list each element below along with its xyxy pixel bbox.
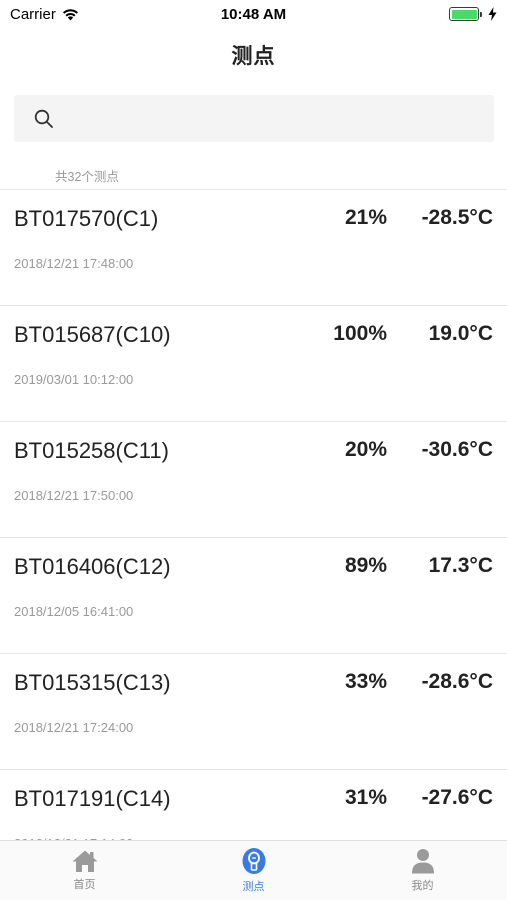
temperature-value: -27.6°C <box>421 786 493 809</box>
sensor-id: BT015687(C10) <box>14 322 171 347</box>
battery-percent: 21% <box>344 206 387 229</box>
timestamp: 2018/12/21 17:24:00 <box>14 720 134 735</box>
charging-bolt-icon <box>488 7 497 21</box>
sensor-list[interactable]: BT017570(C1) 21% -28.5°C 2018/12/21 17:48:0… <box>0 189 507 840</box>
list-item[interactable]: BT015258(C11) 20% -30.6°C 2018/12/21 17:50:… <box>0 422 507 538</box>
list-item[interactable]: BT017191(C14)31%-27.6°C2018/12/21 17:14:… <box>0 770 507 840</box>
battery-percent: 100% <box>333 322 387 345</box>
sensor-id: BT015258(C11) <box>14 438 169 463</box>
search-input[interactable] <box>54 95 494 142</box>
sensor-id: BT017570(C1) <box>14 206 159 231</box>
nav-bar: 测点 <box>0 28 507 82</box>
battery-percent: 31% <box>344 786 387 809</box>
battery-level <box>451 9 477 19</box>
tab-sensors[interactable]: 测点 <box>169 841 338 900</box>
home-icon <box>72 850 97 872</box>
status-left: Carrier <box>10 6 79 23</box>
temperature-value: -28.5°C <box>421 206 493 229</box>
tab-bar: 首页 测点 我的 <box>0 840 507 900</box>
app-screen: Carrier 10:48 AM 测点 共32个测点 BT017570(C1) … <box>0 0 507 900</box>
temperature-value: 17.3°C <box>428 554 493 577</box>
search-box[interactable] <box>14 95 494 142</box>
list-item[interactable]: BT016406(C12) 89% 17.3°C 2018/12/05 16:41:0… <box>0 538 507 654</box>
sensor-id: BT016406(C12) <box>14 554 171 579</box>
timestamp: 2018/12/21 17:48:00 <box>14 256 134 271</box>
timestamp: 2019/03/01 10:12:00 <box>14 372 134 387</box>
sensor-icon <box>242 848 265 874</box>
status-right <box>449 7 497 21</box>
timestamp: 2018/12/05 16:41:00 <box>14 604 134 619</box>
timestamp: 2018/12/21 17:50:00 <box>14 488 134 503</box>
user-icon <box>411 849 434 874</box>
page-title: 测点 <box>231 45 276 68</box>
temperature-value: -30.6°C <box>421 438 493 461</box>
search-icon <box>34 109 53 128</box>
status-bar: Carrier 10:48 AM <box>0 0 507 28</box>
list-item[interactable]: BT017570(C1) 21% -28.5°C 2018/12/21 17:48:0… <box>0 190 507 306</box>
carrier-label: Carrier <box>10 5 56 23</box>
temperature-value: 19.0°C <box>428 322 493 345</box>
tab-home[interactable]: 首页 <box>0 841 169 900</box>
tab-profile[interactable]: 我的 <box>338 841 507 900</box>
wifi-icon <box>62 8 78 20</box>
search-bar <box>14 95 494 142</box>
tab-profile-label: 我的 <box>411 880 434 892</box>
sensor-id: BT017191(C14) <box>14 786 171 811</box>
sensor-id: BT015315(C13) <box>14 670 171 695</box>
temperature-value: -28.6°C <box>421 670 493 693</box>
tab-home-label: 首页 <box>73 879 96 891</box>
point-count-label: 共32个测点 <box>55 170 119 184</box>
list-item[interactable]: BT015687(C10) 100% 19.0°C 2019/03/01 10:12:… <box>0 306 507 422</box>
tab-sensors-label: 测点 <box>242 881 265 893</box>
battery-percent: 20% <box>344 438 387 461</box>
battery-percent: 89% <box>344 554 387 577</box>
battery-percent: 33% <box>344 670 387 693</box>
battery-icon <box>449 7 482 21</box>
list-item[interactable]: BT015315(C13) 33% -28.6°C 2018/12/21 17:24:… <box>0 654 507 770</box>
